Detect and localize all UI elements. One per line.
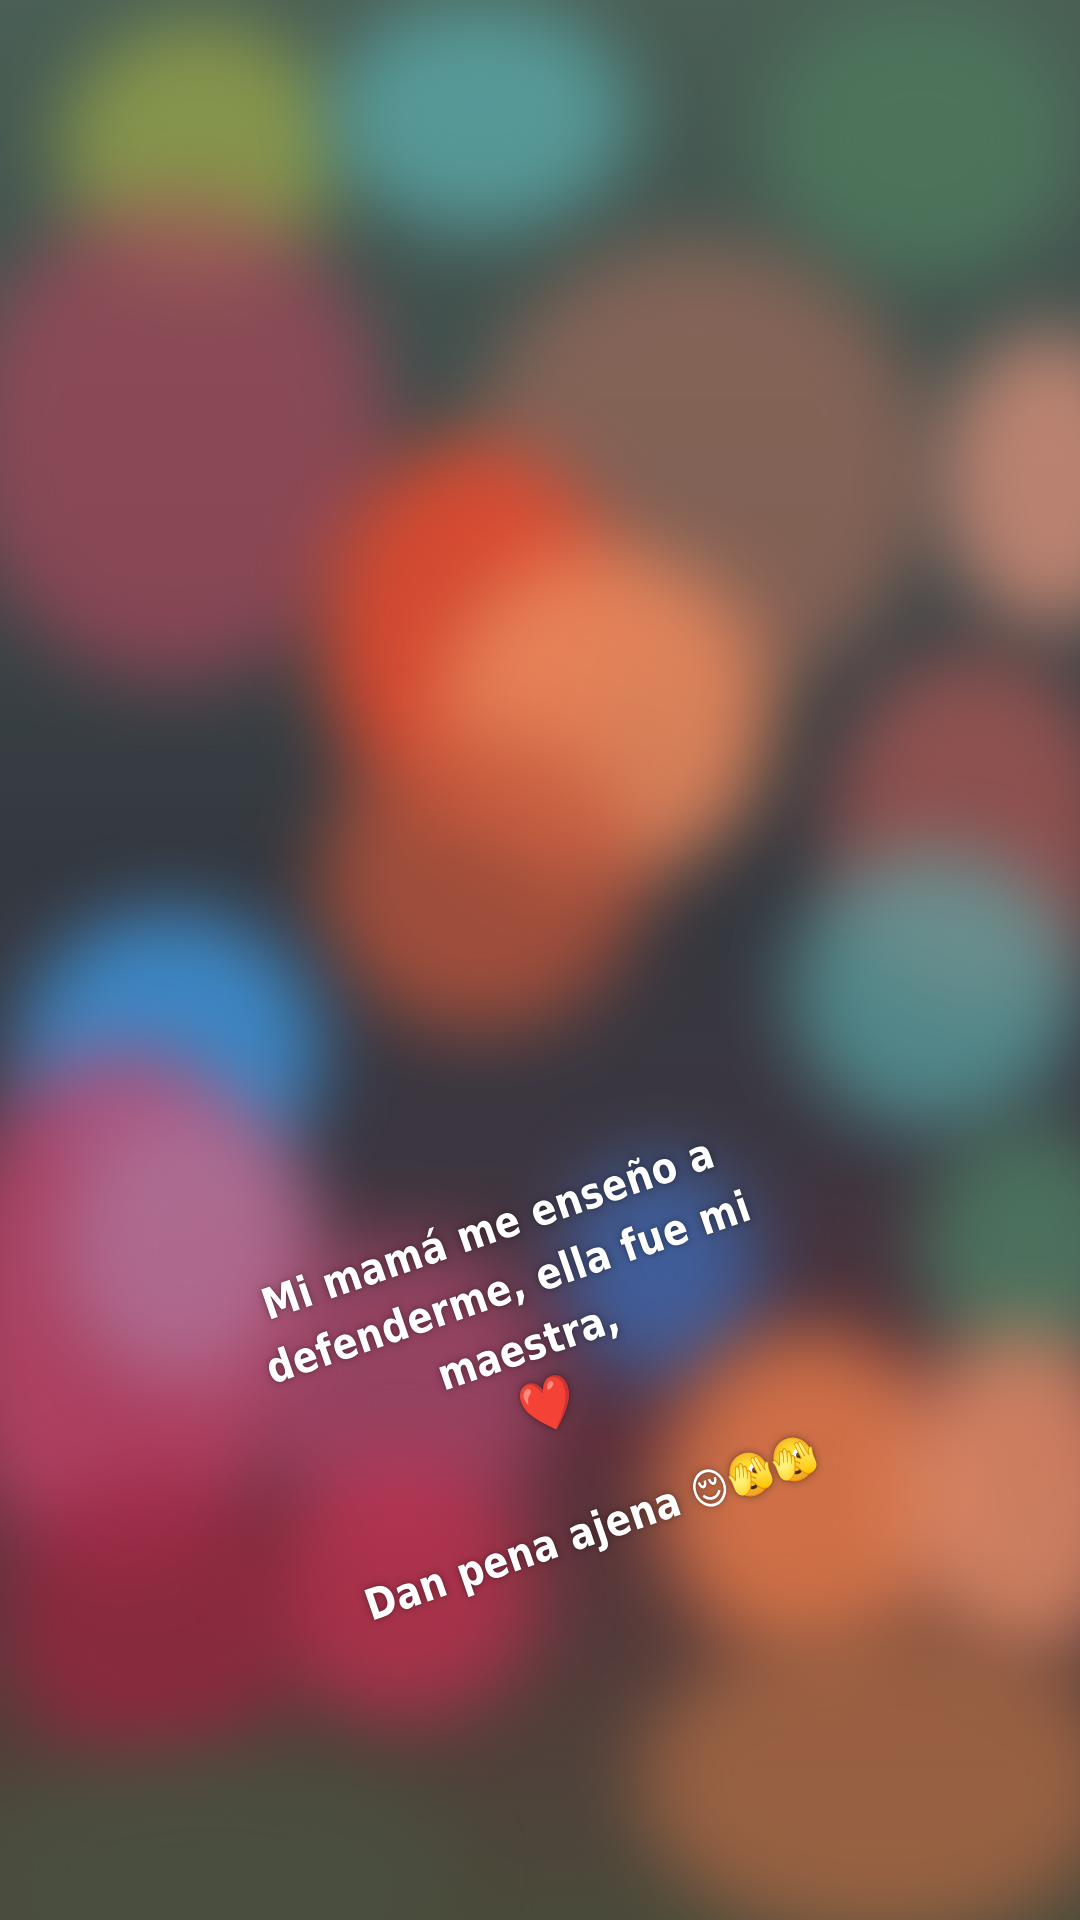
bokeh-light [330,0,630,230]
bokeh-light [320,730,640,1030]
bokeh-light [0,1750,460,1920]
story-canvas: Mi mamá me enseño a defenderme, ella fue… [0,0,1080,1920]
bokeh-light [760,0,1080,280]
bokeh-light [940,330,1080,630]
bokeh-light [640,1620,1080,1920]
